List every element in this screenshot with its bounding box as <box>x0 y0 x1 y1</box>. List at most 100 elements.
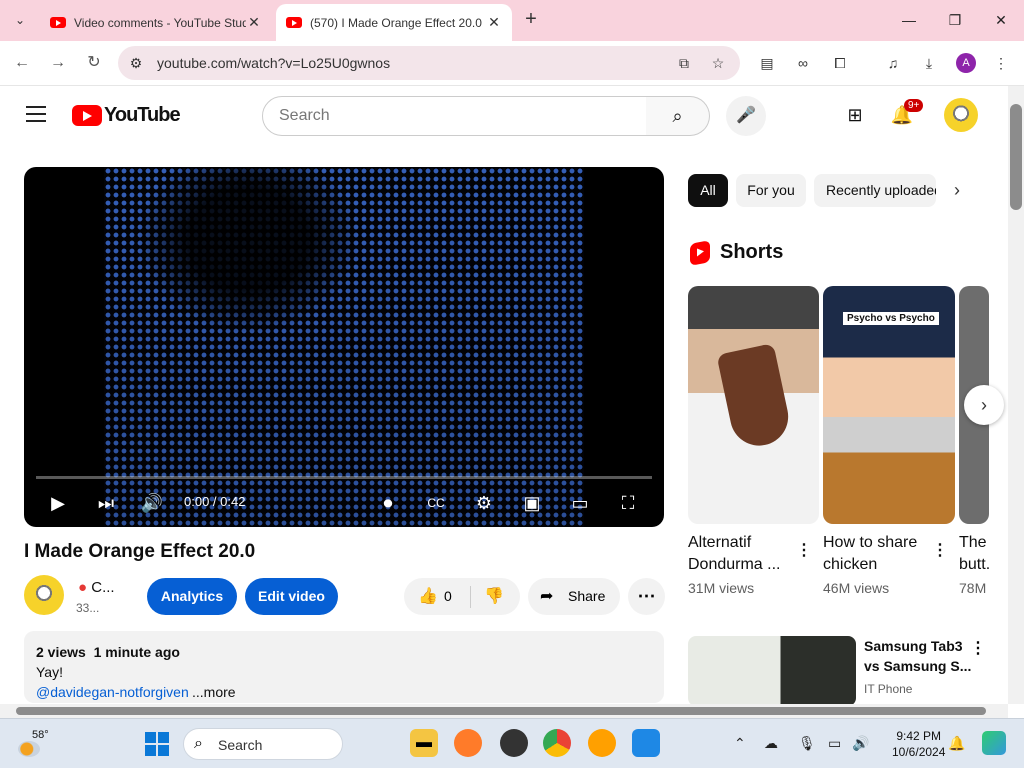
file-explorer-icon[interactable]: ▬ <box>410 729 438 757</box>
short-thumbnail[interactable] <box>688 286 819 524</box>
clock[interactable]: 9:42 PM 10/6/2024 <box>892 728 945 760</box>
install-app-icon[interactable]: ⧉ <box>674 53 694 73</box>
short-title[interactable]: Alternatif Dondurma ... <box>688 532 788 576</box>
network-icon[interactable]: ☁ <box>764 735 778 752</box>
firefox-icon[interactable] <box>454 729 482 757</box>
shorts-next-button[interactable]: › <box>964 385 1004 425</box>
next-button[interactable]: ⏭ <box>92 489 120 517</box>
fullscreen-icon[interactable]: ⛶ <box>614 489 642 517</box>
guide-menu-icon[interactable] <box>26 106 46 122</box>
short-menu-icon[interactable]: ⋮ <box>796 540 812 560</box>
volume-tray-icon[interactable]: 🔊 <box>852 735 869 752</box>
channel-name-text: C... <box>91 579 115 596</box>
browser-tab-bar: ⌄ Video comments - YouTube Studio ✕ (570… <box>0 0 1024 41</box>
settings-gear-icon[interactable]: ⚙ <box>470 489 498 517</box>
microphone-tray-icon[interactable]: 🎙 <box>798 735 816 752</box>
voice-search-button[interactable]: 🎤 <box>726 96 766 136</box>
search-button[interactable]: ⌕ <box>646 96 710 136</box>
new-tab-button[interactable]: + <box>520 8 542 32</box>
vertical-scroll-thumb[interactable] <box>1010 104 1022 210</box>
horizontal-scroll-thumb[interactable] <box>16 707 986 715</box>
dislike-thumb-icon[interactable]: 👎 <box>484 586 504 606</box>
chip-recently-uploaded[interactable]: Recently uploaded <box>814 174 936 207</box>
analytics-button[interactable]: Analytics <box>147 578 237 615</box>
miniplayer-icon[interactable]: ▣ <box>518 489 546 517</box>
more-actions-button[interactable]: ⋯ <box>628 578 665 615</box>
display-icon[interactable]: ▭ <box>828 735 841 752</box>
edit-video-button[interactable]: Edit video <box>245 578 338 615</box>
weather-temp[interactable]: 58° <box>32 729 49 741</box>
show-more-link[interactable]: ...more <box>192 684 236 700</box>
headphones-app-icon[interactable] <box>588 729 616 757</box>
like-thumb-icon[interactable]: 👍 <box>418 586 438 606</box>
media-controls-icon[interactable]: ♫ <box>882 52 904 74</box>
notification-bell-icon[interactable]: 🔔 <box>948 735 965 752</box>
chevron-right-icon[interactable]: › <box>954 180 960 201</box>
close-tab-icon[interactable]: ✕ <box>246 14 262 31</box>
extension-infinity-icon[interactable]: ∞ <box>792 52 814 74</box>
autoplay-toggle[interactable]: ⏺ <box>374 489 402 517</box>
address-bar[interactable]: ⚙ youtube.com/watch?v=Lo25U0gwnos ⧉ ☆ <box>118 46 740 80</box>
chrome-menu-icon[interactable]: ⋮ <box>990 52 1012 74</box>
theater-mode-icon[interactable]: ▭ <box>566 489 594 517</box>
recommended-thumbnail[interactable] <box>688 636 856 706</box>
short-title[interactable]: The butt... <box>959 532 989 576</box>
chip-all[interactable]: All <box>688 174 728 207</box>
weather-icon[interactable] <box>18 741 40 757</box>
recommended-title[interactable]: Samsung Tab3 vs Samsung S... <box>864 636 972 676</box>
mention-link[interactable]: @davidegan-notforgiven <box>36 684 189 700</box>
app-icon[interactable] <box>500 729 528 757</box>
account-avatar[interactable] <box>944 98 978 132</box>
minimize-button[interactable]: — <box>894 8 924 32</box>
close-tab-icon[interactable]: ✕ <box>486 14 502 31</box>
share-arrow-icon: ➦ <box>540 588 554 605</box>
play-button[interactable]: ▶ <box>44 489 72 517</box>
youtube-logo-icon[interactable] <box>72 105 102 126</box>
tab-video-comments[interactable]: Video comments - YouTube Studio ✕ <box>40 4 272 41</box>
create-video-icon[interactable]: ⊞ <box>843 103 867 127</box>
like-dislike-group: 👍 0 👎 <box>404 578 520 615</box>
progress-bar[interactable] <box>36 476 652 479</box>
search-input[interactable]: Search <box>262 96 648 136</box>
chrome-icon[interactable] <box>543 729 571 757</box>
search-placeholder: Search <box>279 107 330 124</box>
reload-button[interactable]: ↻ <box>82 51 106 75</box>
extensions-puzzle-icon[interactable]: ⧠ <box>829 52 851 74</box>
youtube-logo-text[interactable]: YouTube <box>104 104 181 127</box>
forward-button[interactable]: → <box>46 51 70 75</box>
short-title[interactable]: How to share chicken <box>823 532 929 576</box>
profile-avatar[interactable]: A <box>956 53 976 73</box>
channel-avatar[interactable] <box>24 575 64 615</box>
volume-icon[interactable]: 🔊 <box>138 489 166 517</box>
url-text[interactable]: youtube.com/watch?v=Lo25U0gwnos <box>157 55 390 71</box>
taskbar-search[interactable]: ⌕ Search <box>183 728 343 760</box>
shorts-logo-icon <box>690 240 710 266</box>
copilot-icon[interactable] <box>982 731 1006 755</box>
video-frame-shade <box>104 167 584 527</box>
show-hidden-icons-icon[interactable]: ⌃ <box>734 735 746 752</box>
restore-button[interactable]: ❐ <box>940 8 970 32</box>
start-windows-icon[interactable] <box>145 732 169 756</box>
captions-icon[interactable]: CC <box>422 489 450 517</box>
app-icon[interactable] <box>632 729 660 757</box>
recommended-channel[interactable]: IT Phone <box>864 682 912 696</box>
share-button[interactable]: ➦ Share <box>528 578 620 615</box>
recommended-menu-icon[interactable]: ⋮ <box>970 638 986 658</box>
short-menu-icon[interactable]: ⋮ <box>932 540 948 560</box>
downloads-icon[interactable]: ⤓ <box>918 52 940 74</box>
tab-current-video[interactable]: (570) I Made Orange Effect 20.0 ✕ <box>276 4 512 41</box>
description-box[interactable]: 2 views 1 minute ago Yay! @davidegan-not… <box>24 631 664 703</box>
short-views: 31M views <box>688 580 755 596</box>
ice-cream-cup <box>716 343 794 451</box>
channel-emoji-icon: ● <box>78 579 88 596</box>
tab-search-icon[interactable]: ⌄ <box>8 8 32 32</box>
tab-groups-icon[interactable]: ▤ <box>756 52 778 74</box>
bookmark-star-icon[interactable]: ☆ <box>708 53 728 73</box>
site-info-icon[interactable]: ⚙ <box>126 53 146 73</box>
back-button[interactable]: ← <box>10 51 34 75</box>
short-thumbnail[interactable]: Psycho vs Psycho <box>823 286 955 524</box>
chip-for-you[interactable]: For you <box>736 174 806 207</box>
channel-name[interactable]: ● C... <box>78 579 115 596</box>
close-window-button[interactable]: ✕ <box>986 8 1016 32</box>
video-player[interactable]: ▶ ⏭ 🔊 0:00 / 0:42 ⏺ CC ⚙ ▣ ▭ ⛶ <box>24 167 664 527</box>
